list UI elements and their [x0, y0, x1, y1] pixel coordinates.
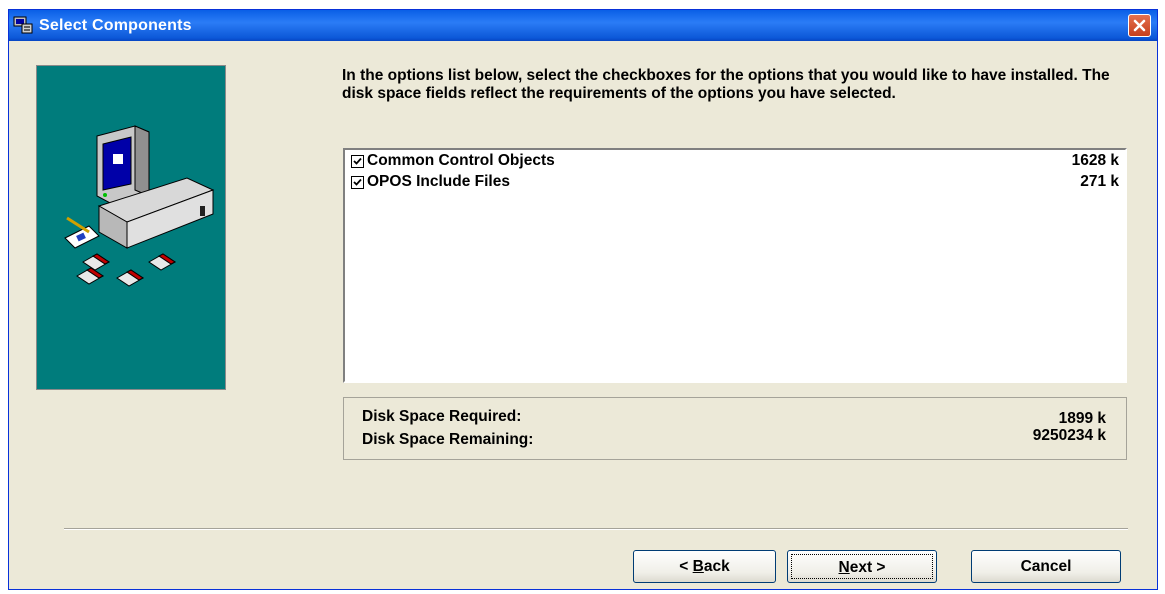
close-icon	[1133, 19, 1146, 32]
window-title: Select Components	[39, 17, 192, 34]
back-label-rest: ack	[703, 558, 730, 575]
components-listbox[interactable]: Common Control Objects 1628 k OPOS Inclu…	[343, 148, 1127, 383]
disk-remaining-label: Disk Space Remaining:	[362, 431, 534, 448]
setup-computer-icon	[13, 16, 33, 34]
next-button[interactable]: Next >	[787, 550, 937, 583]
button-separator	[64, 528, 1128, 530]
disk-required-row: Disk Space Required: 1899 k	[362, 408, 1106, 427]
component-checkbox[interactable]	[351, 176, 364, 189]
disk-remaining-row: Disk Space Remaining: 9250234 k	[362, 427, 1106, 449]
component-opos-include-files[interactable]: OPOS Include Files 271 k	[351, 173, 1119, 193]
next-focus-ring: Next >	[791, 554, 933, 579]
checkmark-icon	[353, 157, 362, 165]
checkmark-icon	[353, 178, 362, 186]
next-accelerator: N	[838, 559, 850, 576]
disk-remaining-value: 9250234 k	[1032, 427, 1106, 444]
component-common-control-objects[interactable]: Common Control Objects 1628 k	[351, 152, 1119, 172]
disk-required-value: 1899 k	[1058, 410, 1106, 427]
component-label: Common Control Objects	[367, 152, 555, 169]
component-size: 1628 k	[1071, 152, 1119, 169]
back-accelerator: B	[692, 558, 704, 575]
back-button[interactable]: < Back	[633, 550, 776, 583]
computer-with-disks-illustration	[64, 125, 215, 287]
setup-illustration	[36, 65, 226, 390]
component-checkbox[interactable]	[351, 155, 364, 168]
instructions-text: In the options list below, select the ch…	[342, 67, 1110, 102]
select-components-dialog: Select Components In the options list be…	[8, 9, 1158, 590]
title-bar[interactable]: Select Components	[9, 10, 1157, 41]
disk-space-panel: Disk Space Required: 1899 k Disk Space R…	[343, 397, 1127, 460]
component-label: OPOS Include Files	[367, 173, 510, 190]
disk-required-label: Disk Space Required:	[362, 408, 522, 425]
component-size: 271 k	[1080, 173, 1119, 190]
close-button[interactable]	[1128, 14, 1151, 37]
next-label-rest: ext >	[849, 559, 886, 576]
back-prefix: <	[679, 558, 693, 575]
cancel-button[interactable]: Cancel	[971, 550, 1121, 583]
